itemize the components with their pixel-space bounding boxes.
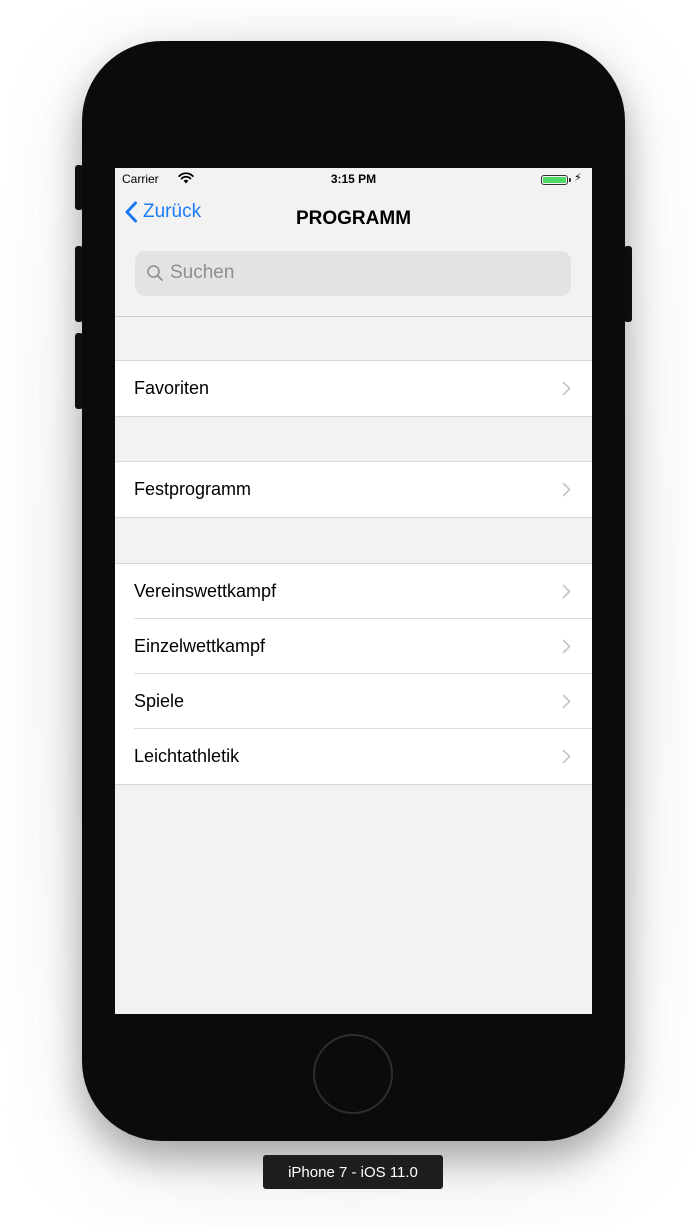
chevron-right-icon <box>562 749 571 764</box>
search-placeholder: Suchen <box>170 262 235 283</box>
list-item-label: Vereinswettkampf <box>134 581 277 601</box>
battery-icon <box>541 175 568 185</box>
chevron-right-icon <box>562 482 571 497</box>
home-button[interactable] <box>313 1034 393 1114</box>
list-item-vereinswettkampf[interactable]: Vereinswettkampf <box>115 564 592 619</box>
page-title: PROGRAMM <box>295 208 412 229</box>
section-favorites: Favoriten <box>115 360 592 417</box>
search-icon <box>147 265 163 281</box>
list-item-label: Spiele <box>134 691 185 711</box>
section-festprogramm: Festprogramm <box>115 461 592 518</box>
chevron-right-icon <box>562 694 571 709</box>
list-item-leichtathletik[interactable]: Leichtathletik <box>115 729 592 784</box>
list-item-label: Leichtathletik <box>134 746 240 766</box>
battery-tip <box>569 178 571 182</box>
search-bar[interactable]: Suchen <box>135 251 571 296</box>
list-item-festprogramm[interactable]: Festprogramm <box>115 462 592 517</box>
list-item-label: Festprogramm <box>134 479 252 499</box>
screen: Carrier 3:15 PM ⚡ Zurück PROGRAMM Suchen <box>115 168 592 1014</box>
search-divider <box>115 316 592 317</box>
chevron-right-icon <box>562 381 571 396</box>
device-label: iPhone 7 - iOS 11.0 <box>263 1155 443 1189</box>
list-item-einzelwettkampf[interactable]: Einzelwettkampf <box>115 619 592 674</box>
status-time: 3:15 PM <box>330 172 377 186</box>
bolt-icon: ⚡ <box>574 172 582 184</box>
chevron-right-icon <box>562 639 571 654</box>
list-item-label: Einzelwettkampf <box>134 636 266 656</box>
list-item-label: Favoriten <box>134 378 210 398</box>
list-item-spiele[interactable]: Spiele <box>115 674 592 729</box>
section-wettkampf: Vereinswettkampf Einzelwettkampf Spiele … <box>115 563 592 785</box>
list-item-favoriten[interactable]: Favoriten <box>115 361 592 416</box>
navigation-bar: Zurück PROGRAMM <box>115 190 592 234</box>
status-bar: Carrier 3:15 PM ⚡ <box>115 168 592 190</box>
power-button[interactable] <box>624 246 632 322</box>
chevron-right-icon <box>562 584 571 599</box>
